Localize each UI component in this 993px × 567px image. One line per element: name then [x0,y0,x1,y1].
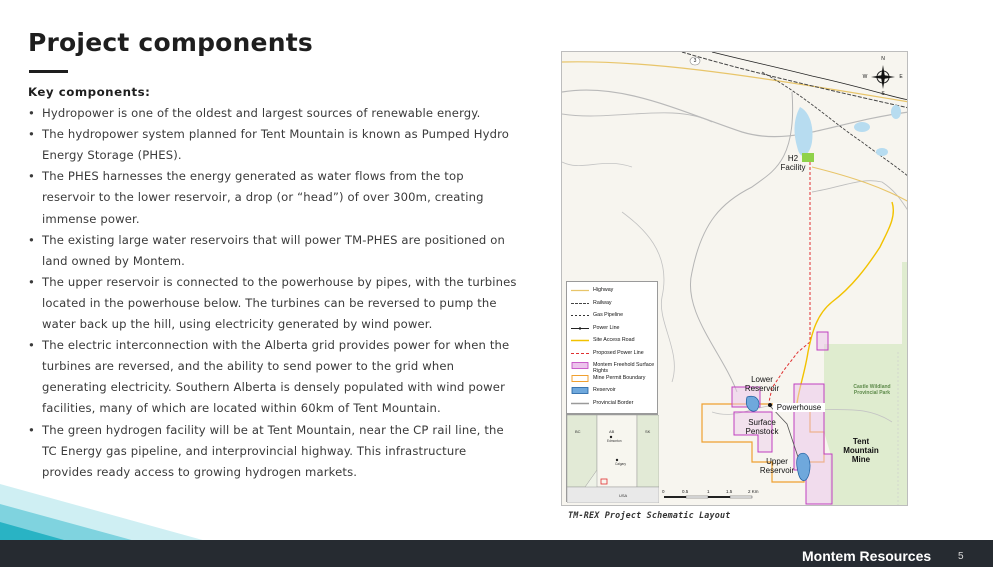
tent-mountain-mine-label: Tent Mountain Mine [843,437,879,464]
scale-tick-label: 0 [662,489,665,494]
compass-north-label: N [881,56,885,62]
legend-item: Power Line [571,324,659,336]
scale-tick-label: 2 Km [748,489,759,494]
list-item: The electric interconnection with the Al… [28,335,518,419]
scale-bar: 0 0.5 1 1.5 2 Km [662,489,772,503]
inset-usa-label: USA [619,493,628,498]
legend-item: Montem Freehold Surface Rights [571,361,659,374]
h2-facility-label: H2 Facility [780,154,806,172]
freehold-swatch-icon [571,362,589,369]
legend-item: Railway [571,299,659,311]
list-item: The PHES harnesses the energy generated … [28,166,518,229]
inset-ab-label: AB [609,429,615,434]
brand-logo-text: Montem Resources [802,548,932,564]
inset-bc-label: BC [575,429,581,434]
scale-tick-label: 0.5 [682,489,689,494]
site-access-road-swatch-icon [571,339,589,342]
key-components-section: Key components: Hydropower is one of the… [28,82,518,483]
proposed-power-line-swatch-icon [571,352,589,354]
power-line-swatch-icon [571,326,589,330]
page-number: 5 [958,551,964,562]
section-heading: Key components: [28,85,151,99]
mine-permit-swatch-icon [571,374,589,382]
legend-item: Mine Permit Boundary [571,374,659,386]
upper-reservoir-label: Upper Reservoir [759,457,795,475]
legend-item: Highway [571,286,659,298]
schematic-map: N W E S 3 H2 Facility Lower Reservoir Po… [561,51,908,506]
inset-calgary-label: Calgary [615,462,626,466]
footer-bar: Montem Resources 5 [0,540,993,567]
railway-swatch-icon [571,302,589,304]
scale-tick-label: 1 [707,489,710,494]
park-label: Castle Wildland Provincial Park [853,384,891,396]
inset-sk-label: SK [645,429,651,434]
page-title: Project components [28,28,313,57]
compass-east-label: E [899,74,903,80]
scale-tick-label: 1.5 [726,489,733,494]
list-item: Hydropower is one of the oldest and larg… [28,103,518,124]
legend-item: Gas Pipeline [571,311,659,323]
gas-pipeline-swatch-icon [571,315,589,316]
highway-swatch-icon [571,289,589,292]
components-list: Hydropower is one of the oldest and larg… [28,103,518,483]
inset-edmonton-label: Edmonton [607,439,622,443]
highway-shield-label: 3 [693,58,697,64]
legend-item: Proposed Power Line [571,349,659,361]
provincial-border-swatch-icon [571,402,589,404]
surface-penstock-label: Surface Penstock [745,418,779,436]
legend-item: Reservoir [571,386,659,398]
inset-locator-map: BC AB SK Edmonton Calgary USA [566,414,659,503]
legend-item: Provincial Border [571,399,659,411]
list-item: The upper reservoir is connected to the … [28,272,518,335]
compass-west-label: W [862,74,868,80]
title-underline [29,70,68,73]
list-item: The hydropower system planned for Tent M… [28,124,518,166]
lower-reservoir-label: Lower Reservoir [744,375,780,393]
legend-item: Site Access Road [571,336,659,348]
map-legend: Highway Railway Gas Pipeline Power Line … [566,281,658,414]
list-item: The green hydrogen facility will be at T… [28,420,518,483]
list-item: The existing large water reservoirs that… [28,230,518,272]
map-caption: TM-REX Project Schematic Layout [568,510,731,520]
reservoir-swatch-icon [571,387,589,394]
compass-south-label: S [881,91,885,97]
powerhouse-label: Powerhouse [773,403,825,412]
